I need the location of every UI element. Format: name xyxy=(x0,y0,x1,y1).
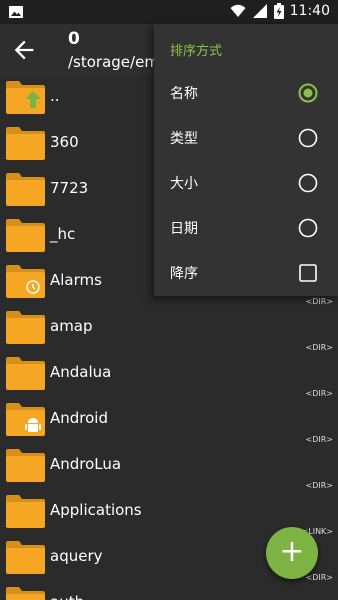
file-name: _hc xyxy=(50,225,76,243)
sort-option-0[interactable]: 名称 xyxy=(154,71,338,115)
file-row[interactable]: auth xyxy=(0,582,338,600)
checkbox-icon[interactable] xyxy=(298,263,318,283)
file-row[interactable]: AndroLua <DIR> xyxy=(0,444,338,490)
sort-option-label: 日期 xyxy=(170,221,198,237)
image-icon xyxy=(9,6,23,18)
file-name: 360 xyxy=(50,133,79,151)
file-row[interactable]: Android <DIR> xyxy=(0,398,338,444)
wifi-icon xyxy=(230,4,246,17)
file-name: 7723 xyxy=(50,179,89,197)
sort-option-1[interactable]: 类型 xyxy=(154,116,338,160)
sort-option-label: 类型 xyxy=(170,131,198,147)
status-icons: 11:40 xyxy=(230,3,330,19)
file-type-tag: <DIR> xyxy=(305,435,333,444)
file-name: aquery xyxy=(50,547,103,565)
file-type-tag: <DIR> xyxy=(305,343,333,352)
plus-icon: + xyxy=(279,534,305,569)
file-name: auth xyxy=(50,593,84,600)
sort-option-3[interactable]: 日期 xyxy=(154,206,338,250)
folder-icon xyxy=(6,495,45,528)
folder-icon xyxy=(6,219,45,252)
sort-option-2[interactable]: 大小 xyxy=(154,161,338,205)
radio-unselected-icon[interactable] xyxy=(298,173,318,193)
file-name: Andalua xyxy=(50,363,112,381)
file-type-tag: <DIR> xyxy=(305,297,333,306)
folder-icon xyxy=(6,311,45,344)
radio-selected-icon[interactable] xyxy=(298,83,318,103)
file-name: amap xyxy=(50,317,93,335)
file-type-tag: <DIR> xyxy=(305,481,333,490)
sort-option-label: 大小 xyxy=(170,176,198,192)
file-row[interactable]: amap <DIR> xyxy=(0,306,338,352)
file-name: .. xyxy=(50,87,60,105)
folder-icon xyxy=(6,173,45,206)
sort-menu-title: 排序方式 xyxy=(170,44,223,59)
current-path: /storage/emulated/0 xyxy=(68,53,162,71)
folder-icon xyxy=(6,587,45,600)
sort-option-4[interactable]: 降序 xyxy=(154,251,338,295)
status-time: 11:40 xyxy=(289,3,330,19)
file-type-tag: <DIR> xyxy=(305,389,333,398)
file-name: Applications xyxy=(50,501,142,519)
file-name: Alarms xyxy=(50,271,102,289)
radio-unselected-icon[interactable] xyxy=(298,218,318,238)
folder-android-icon xyxy=(6,403,45,436)
sort-option-label: 名称 xyxy=(170,86,198,102)
folder-alarm-icon xyxy=(6,265,45,298)
add-fab-button[interactable]: + xyxy=(266,527,318,579)
battery-charging-icon xyxy=(273,3,284,19)
file-row[interactable]: Andalua <DIR> xyxy=(0,352,338,398)
folder-icon xyxy=(6,357,45,390)
folder-icon xyxy=(6,127,45,160)
sort-option-label: 降序 xyxy=(170,266,198,282)
folder-icon xyxy=(6,541,45,574)
selection-count: 0 xyxy=(68,29,80,49)
file-name: Android xyxy=(50,409,108,427)
sort-menu: 排序方式 名称类型大小日期降序 xyxy=(154,24,338,296)
folder-up-icon xyxy=(6,81,45,114)
radio-unselected-icon[interactable] xyxy=(298,128,318,148)
signal-icon xyxy=(252,4,267,18)
file-name: AndroLua xyxy=(50,455,122,473)
status-bar: 11:40 xyxy=(0,0,338,24)
back-arrow-icon[interactable] xyxy=(10,36,38,64)
folder-icon xyxy=(6,449,45,482)
